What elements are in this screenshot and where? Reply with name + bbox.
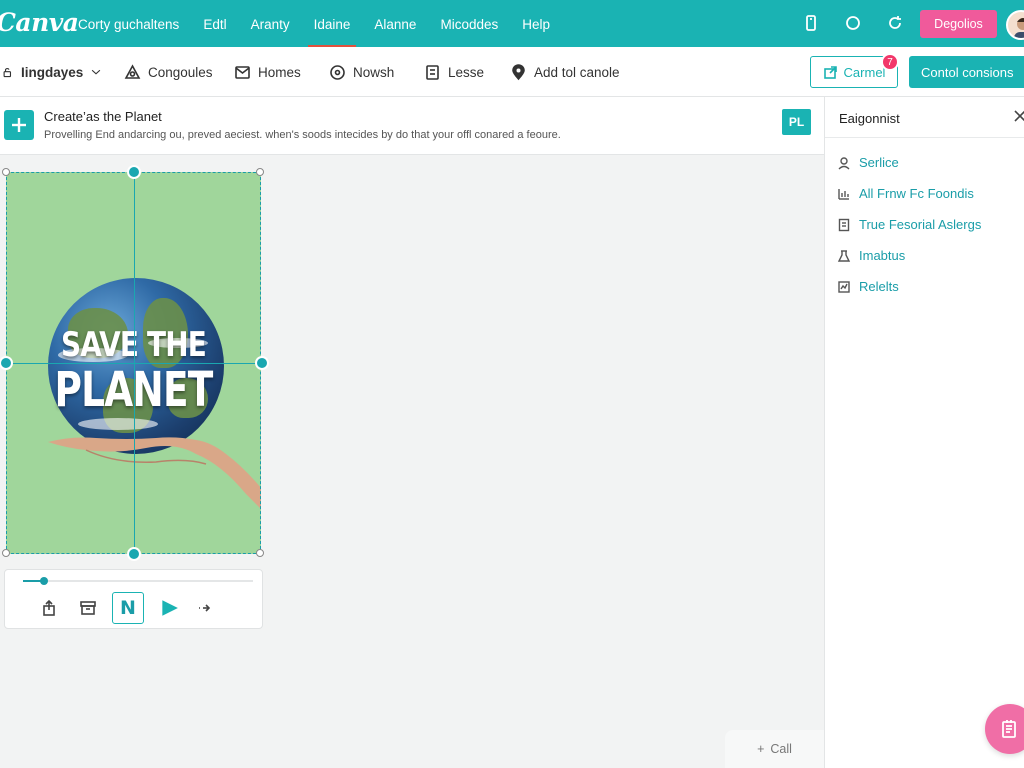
avatar[interactable] — [1006, 10, 1024, 40]
archive-icon[interactable] — [72, 592, 104, 624]
horizontal-guide — [6, 363, 261, 364]
share-icon — [823, 65, 837, 79]
top-nav: Corty guchaltens Edtl Aranty Idaine Alan… — [66, 0, 562, 47]
add-button[interactable] — [4, 110, 34, 140]
banner-title: Create’as the Planet — [44, 109, 162, 124]
tool-label: Congoules — [148, 64, 213, 80]
tool-label: Homes — [258, 64, 301, 80]
report-icon — [838, 280, 850, 293]
nav-item-3[interactable]: Aranty — [239, 0, 302, 47]
mail-icon — [235, 65, 250, 79]
nav-item-help[interactable]: Help — [510, 0, 562, 47]
nav-item-1[interactable]: Corty guchaltens — [66, 0, 191, 47]
tool-label: Add tol canole — [534, 64, 620, 80]
pin-icon — [512, 63, 525, 80]
contol-consions-button[interactable]: Contol consions — [909, 56, 1024, 88]
more-arrow-icon[interactable] — [189, 592, 221, 624]
resize-handle-right[interactable] — [255, 356, 269, 370]
panel-title: Eaigonnist — [839, 111, 900, 126]
notification-badge: 7 — [881, 53, 899, 71]
phone-icon[interactable] — [800, 12, 822, 34]
top-icons — [800, 12, 906, 34]
play-icon[interactable] — [153, 592, 185, 624]
panel-item-all-frnw[interactable]: All Frnw Fc Foondis — [837, 178, 981, 209]
plus-icon: + — [757, 742, 765, 756]
frame-icon — [426, 64, 439, 80]
tool-homes[interactable]: Homes — [234, 47, 301, 97]
toolbar: Iingdayes Congoules Homes Nowsh Lesse Ad… — [0, 47, 1024, 97]
notes-icon — [1002, 720, 1016, 738]
tool-congoules[interactable]: Congoules — [124, 47, 213, 97]
n-button[interactable]: N — [112, 592, 144, 624]
panel-item-relelts[interactable]: Relelts — [837, 271, 981, 302]
user-icon — [838, 156, 850, 170]
tool-label: Nowsh — [353, 64, 395, 80]
panel-item-label: Relelts — [859, 279, 899, 294]
nav-item-2[interactable]: Edtl — [191, 0, 238, 47]
refresh-icon[interactable] — [884, 12, 906, 34]
panel-item-label: All Frnw Fc Foondis — [859, 186, 974, 201]
pl-badge[interactable]: PL — [782, 109, 811, 135]
panel-item-label: Imabtus — [859, 248, 906, 263]
panel-item-imabtus[interactable]: Imabtus — [837, 240, 981, 271]
resize-handle-bottom-right[interactable] — [256, 549, 264, 557]
tool-add-canole[interactable]: Add tol canole — [510, 47, 620, 97]
timeline-handle[interactable] — [39, 577, 48, 585]
shape-icon — [124, 63, 141, 79]
panel-item-serlice[interactable]: Serlice — [837, 147, 981, 178]
nav-item-4[interactable]: Idaine — [302, 0, 363, 47]
flask-icon — [837, 249, 851, 262]
degolios-button[interactable]: Degolios — [920, 10, 997, 38]
plus-icon — [12, 118, 26, 132]
tool-lesse[interactable]: Lesse — [424, 47, 484, 97]
circle-icon[interactable] — [842, 12, 864, 34]
carmel-label: Carmel — [843, 64, 886, 80]
nav-item-5[interactable]: Alanne — [362, 0, 428, 47]
resize-handle-top-left[interactable] — [2, 168, 10, 176]
close-icon[interactable] — [1013, 109, 1024, 125]
chevron-down-icon — [92, 69, 101, 75]
lock-icon — [3, 68, 12, 78]
top-bar: Canva Corty guchaltens Edtl Aranty Idain… — [0, 0, 1024, 47]
hand-image — [48, 437, 261, 509]
resize-handle-bottom[interactable] — [127, 547, 141, 561]
panel-item-label: Serlice — [859, 155, 899, 170]
nav-item-6[interactable]: Micoddes — [428, 0, 510, 47]
panel-list: Serlice All Frnw Fc Foondis True Fesoria… — [837, 147, 981, 302]
project-banner: Create’as the Planet Provelling End anda… — [0, 97, 824, 155]
resize-handle-bottom-left[interactable] — [2, 549, 10, 557]
media-controls: N — [4, 569, 263, 629]
tool-nowsh[interactable]: Nowsh — [329, 47, 394, 97]
settings-icon — [330, 64, 345, 80]
add-page-label: Call — [770, 742, 792, 756]
document-icon — [838, 218, 850, 231]
tool-iingdayes[interactable]: Iingdayes — [2, 47, 102, 97]
chart-icon — [838, 188, 849, 200]
banner-description: Provelling End andarcing ou, preved aeci… — [44, 129, 561, 141]
resize-handle-top-right[interactable] — [256, 168, 264, 176]
tool-label: Lesse — [448, 64, 485, 80]
tool-label: Iingdayes — [21, 64, 84, 80]
panel-divider — [825, 137, 1024, 138]
panel-item-label: True Fesorial Aslergs — [859, 217, 982, 232]
share-icon[interactable] — [33, 592, 65, 624]
add-page-button[interactable]: + Call — [725, 730, 824, 768]
right-panel: Eaigonnist Serlice All Frnw Fc Foondis T… — [824, 97, 1024, 768]
timeline-track[interactable] — [23, 577, 253, 585]
panel-item-true-fesorial[interactable]: True Fesorial Aslergs — [837, 209, 981, 240]
resize-handle-top[interactable] — [127, 165, 141, 179]
